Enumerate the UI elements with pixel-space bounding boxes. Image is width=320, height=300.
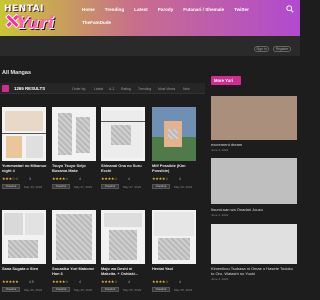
chapter-badge[interactable]: Oneshot [2,287,20,292]
rating-value: 4 [79,176,81,181]
sidebar-item-title[interactable]: excrement dream [211,142,242,147]
chapter-badge[interactable]: Oneshot [52,287,70,292]
manga-title[interactable]: Majo wa Deshi ni Makeita. + Oshiaki... [101,266,147,276]
manga-title[interactable]: Milf Possible (Kim Possible) [152,163,198,173]
manga-cover[interactable] [2,107,46,161]
chapter-badge[interactable]: Oneshot [101,184,119,189]
manga-title[interactable]: Hentai Yaoi [152,266,198,272]
manga-card[interactable]: Souzaiku Yuri Mabome Hon 6 ★★★★☆ 4 Onesh… [52,210,96,300]
chapter-badge[interactable]: Oneshot [52,184,70,189]
sidebar-item-title[interactable]: Kimenikou Tsubasa ni Omae o Hasete Todok… [211,266,297,276]
manga-date: May 30, 2022 [24,184,43,189]
sidebar-thumbnail[interactable] [211,96,297,140]
rating-stars: ★★★★☆ [101,176,118,181]
manga-title[interactable]: Tsuyo Tsuyo Seijo Busama Make [52,163,98,173]
site-logo[interactable]: HENTAI Yuri [4,4,56,33]
results-count: 1265 RESULTS [14,86,46,91]
rating-value: 3 [29,176,31,181]
nav-futanari[interactable]: Futanari / Shemale [183,7,224,12]
sort-trending[interactable]: Trending [138,87,151,91]
manga-date: May 25, 2022 [123,287,142,292]
rating-stars: ★★★★☆ [101,279,118,284]
nav-trending[interactable]: Trending [105,7,124,12]
chapter-badge[interactable]: Oneshot [152,287,170,292]
rating-value: 4.5 [29,279,34,284]
sign-in-button[interactable]: Sign In [254,46,269,52]
manga-cover[interactable] [152,107,196,161]
rating-value: 4 [128,279,130,284]
register-button[interactable]: Register [273,46,291,52]
nav-home[interactable]: Home [82,7,95,12]
manga-card[interactable]: Tsuyo Tsuyo Seijo Busama Make ★★★★☆ 4 On… [52,107,96,197]
site-header: HENTAI Yuri Home Trending Latest Parody … [0,0,300,36]
sort-az[interactable]: A-Z [109,87,114,91]
manga-date: May 27, 2022 [74,184,93,189]
sidebar-heading: More Yuri [211,76,241,85]
manga-cover[interactable] [101,210,145,264]
sidebar-item-title[interactable]: Itsumi-san wa Onadari Jouzu [211,207,263,212]
sidebar-item-date: June 4, 2022 [211,213,229,217]
rating-stars: ★★★☆☆ [2,176,19,181]
nav-parody[interactable]: Parody [158,7,174,12]
chapter-badge[interactable]: Oneshot [152,184,170,189]
manga-cover[interactable] [52,107,96,161]
nav-latest[interactable]: Latest [134,7,148,12]
sidebar: More Yuri excrement dream June 4, 2022 I… [208,76,300,300]
sort-most-views[interactable]: Most Views [158,87,175,91]
manga-title[interactable]: Yumewatari no Mikanuo night 4 [2,163,48,173]
results-bar: 1265 RESULTS Order by: Latest A-Z Rating… [0,83,205,94]
rating-stars: ★★★★☆ [52,279,69,284]
logo-main-text: Yuri [16,13,55,33]
manga-cover[interactable] [101,107,145,161]
manga-card[interactable]: Majo wa Deshi ni Makeita. + Oshiaki... ★… [101,210,145,300]
page-title: All Mangas [2,70,32,76]
rating-stars: ★★★★★ [2,279,19,284]
manga-date: May 27, 2022 [123,184,142,189]
manga-title[interactable]: Souzaiku Yuri Mabome Hon 6 [52,266,98,276]
manga-card[interactable]: Hentai Yaoi ★★★★☆ 4 Oneshot May 25, 2022 [152,210,196,300]
chapter-badge[interactable]: Oneshot [2,184,20,189]
manga-date: May 26, 2022 [74,287,93,292]
manga-title[interactable]: Sana Sugata o Sien [2,266,48,272]
search-icon[interactable] [286,5,294,13]
manga-date: May 25, 2022 [174,287,193,292]
sidebar-thumbnail[interactable] [211,224,297,264]
rating-value: 4 [179,279,181,284]
sort-latest[interactable]: Latest [94,87,103,91]
chapter-badge[interactable]: Oneshot [101,287,119,292]
sidebar-item-date: June 4, 2022 [211,148,229,152]
manga-title[interactable]: Shinanai Ona no Suru Ecchi [101,163,147,173]
rating-stars: ★★★★☆ [152,279,169,284]
sidebar-thumbnail[interactable] [211,158,297,204]
rating-value: 4 [128,176,130,181]
nav-thefamdude[interactable]: TheFamDude [82,20,111,25]
manga-card[interactable]: Yumewatari no Mikanuo night 4 ★★★☆☆ 3 On… [2,107,46,197]
manga-cover[interactable] [2,210,46,264]
sort-new[interactable]: New [183,87,190,91]
rating-value: 4 [179,176,181,181]
rating-stars: ★★★★☆ [152,176,169,181]
manga-date: May 26, 2022 [174,184,193,189]
rating-stars: ★★★★☆ [52,176,69,181]
manga-card[interactable]: Shinanai Ona no Suru Ecchi ★★★★☆ 4 Onesh… [101,107,145,197]
sort-rating[interactable]: Rating [121,87,131,91]
sort-label: Order by: [72,86,87,91]
main-nav: Home Trending Latest Parody Futanari / S… [82,7,249,12]
manga-card[interactable]: Sana Sugata o Sien ★★★★★ 4.5 Oneshot May… [2,210,46,300]
nav-twitter[interactable]: Twitter [234,7,249,12]
manga-cover[interactable] [152,210,196,264]
rating-value: 4 [79,279,81,284]
sidebar-item-date: June 4, 2022 [211,277,229,281]
nav-second-row: TheFamDude [82,20,111,25]
manga-date: May 26, 2022 [24,287,43,292]
manga-card[interactable]: Milf Possible (Kim Possible) ★★★★☆ 4 One… [152,107,196,197]
manga-cover[interactable] [52,210,96,264]
grid-icon [2,85,9,92]
